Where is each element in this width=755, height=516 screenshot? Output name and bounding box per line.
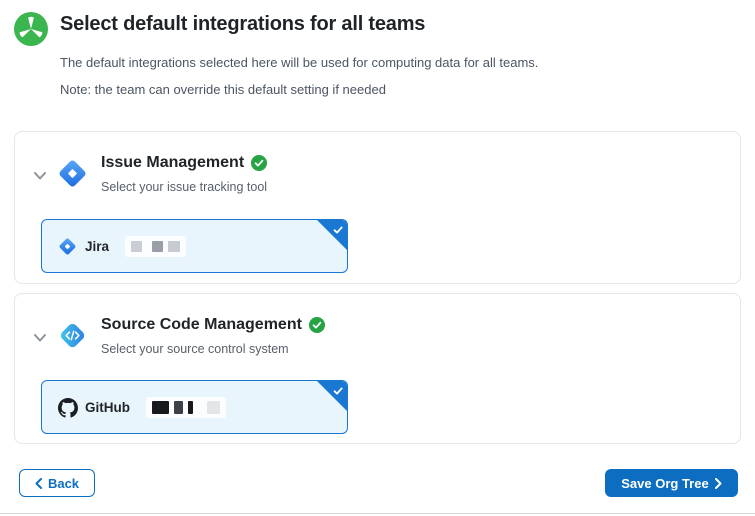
option-label: GitHub	[85, 400, 130, 415]
check-icon	[332, 384, 344, 396]
option-label: Jira	[85, 239, 109, 254]
page-bottom-divider	[0, 513, 755, 514]
code-diamond-icon	[57, 320, 88, 351]
page-title: Select default integrations for all team…	[60, 13, 425, 36]
redacted-text	[125, 236, 186, 257]
integrations-settings-page: Select default integrations for all team…	[0, 0, 755, 516]
page-description: The default integrations selected here w…	[60, 55, 538, 70]
section-title: Issue Management	[101, 154, 244, 172]
save-button-label: Save Org Tree	[621, 476, 708, 491]
github-icon	[58, 398, 77, 417]
section-issue-management: Issue Management Select your issue track…	[14, 131, 741, 284]
check-circle-icon	[251, 155, 267, 171]
check-icon	[332, 223, 344, 235]
back-button[interactable]: Back	[19, 469, 95, 497]
option-card-jira[interactable]: Jira	[41, 219, 348, 273]
chevron-left-icon	[35, 478, 42, 489]
jira-icon	[58, 237, 77, 256]
page-note: Note: the team can override this default…	[60, 82, 386, 97]
option-card-github[interactable]: GitHub	[41, 380, 348, 434]
redacted-text	[146, 397, 226, 418]
chevron-right-icon	[715, 478, 722, 489]
section-source-code-management: Source Code Management Select your sourc…	[14, 293, 741, 444]
save-org-tree-button[interactable]: Save Org Tree	[605, 469, 738, 497]
jira-icon	[57, 158, 88, 189]
turbine-logo	[14, 12, 48, 46]
back-button-label: Back	[48, 476, 79, 491]
chevron-down-icon[interactable]	[33, 330, 47, 340]
check-circle-icon	[309, 317, 325, 333]
section-title: Source Code Management	[101, 316, 302, 334]
chevron-down-icon[interactable]	[33, 168, 47, 178]
section-subtitle: Select your source control system	[101, 342, 289, 356]
section-subtitle: Select your issue tracking tool	[101, 180, 267, 194]
